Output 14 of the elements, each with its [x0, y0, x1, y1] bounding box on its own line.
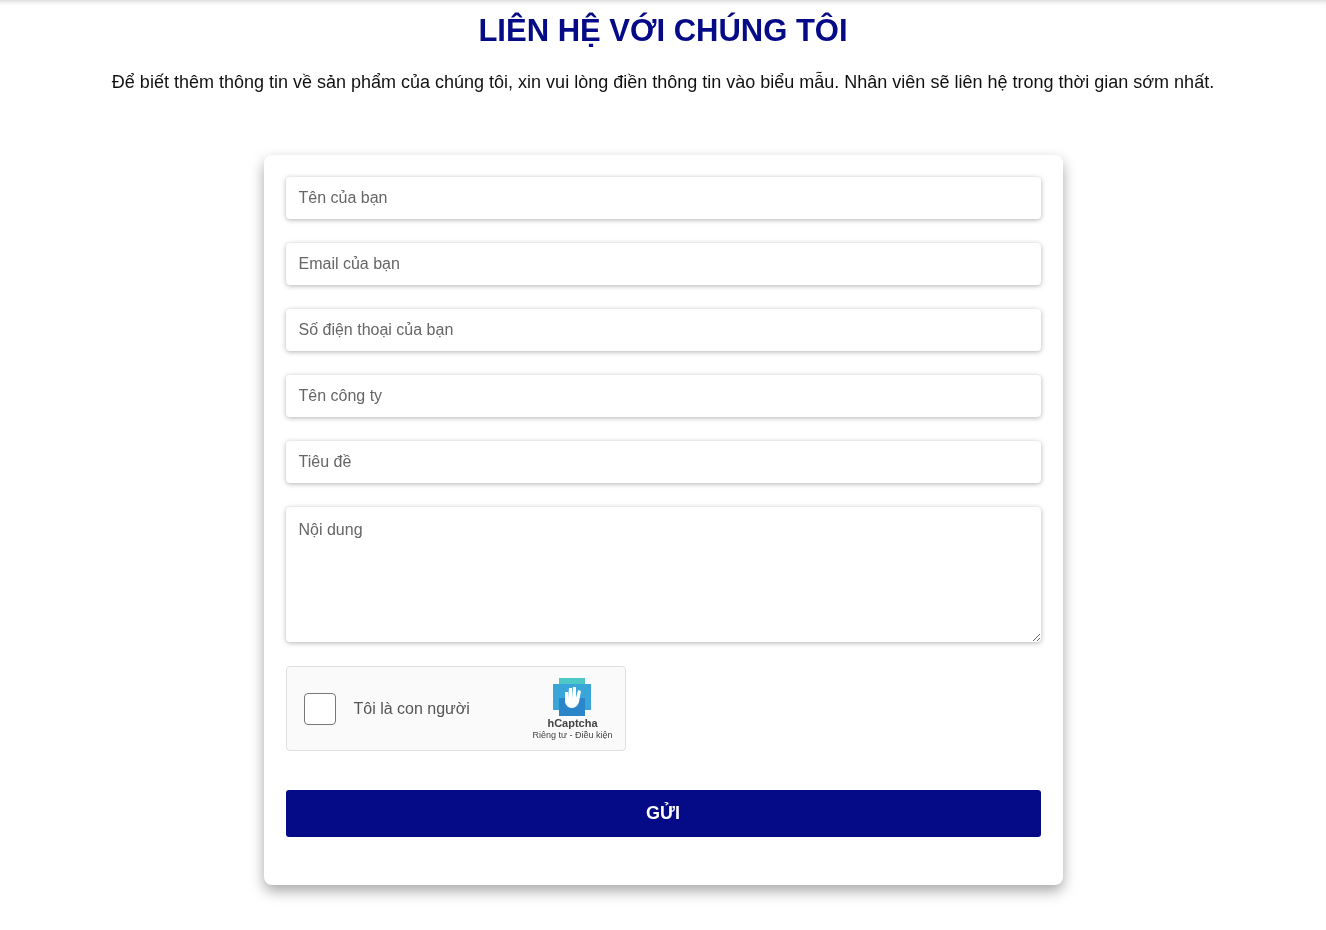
checkbox[interactable] [303, 692, 336, 725]
submit-button[interactable]: GỬI [285, 790, 1041, 837]
page-title: LIÊN HỆ VỚI CHÚNG TÔI [478, 12, 848, 50]
captcha-links[interactable]: Riêng tư - Điều kiện [532, 729, 613, 740]
input-field[interactable]: Tiêu đề [285, 441, 1041, 483]
input-field[interactable]: Email của bạn [285, 243, 1041, 285]
captcha-label: Tôi là con người [353, 699, 471, 718]
hand-icon [553, 677, 592, 716]
input-field[interactable]: Tên của bạn [285, 177, 1041, 219]
input-field[interactable]: Tên công ty [285, 375, 1041, 417]
input-field[interactable]: Số điện thoại của bạn [285, 309, 1041, 351]
intro-text: Để biết thêm thông tin về sản phẩm của chúng tôi, xin vui lòng điền thông tin vào biểu mẫu. Nhân viên sẽ liên hệ trong thời gian sớm nhất. [111, 70, 1215, 94]
message-field[interactable]: Nội dung [285, 507, 1041, 642]
captcha-brand: hCaptcha [547, 716, 598, 729]
